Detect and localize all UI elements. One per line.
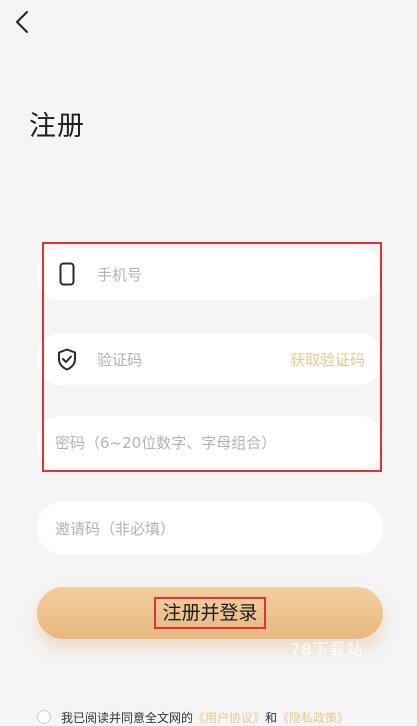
invite-code-field[interactable]: 邀请码（非必填） (37, 502, 383, 554)
privacy-policy-link[interactable]: 《隐私政策》 (277, 709, 349, 726)
agreement-row: 我已阅读并同意全文网的 《用户协议》 和 《隐私政策》 (37, 709, 349, 726)
agreement-checkbox[interactable] (37, 710, 51, 724)
agreement-prefix: 我已阅读并同意全文网的 (61, 710, 194, 725)
user-agreement-link[interactable]: 《用户协议》 (193, 709, 265, 726)
chevron-left-icon (15, 10, 29, 34)
register-and-login-label: 注册并登录 (154, 596, 266, 630)
page-title: 注册 (29, 111, 85, 142)
annotation-highlight-box (42, 242, 382, 472)
register-and-login-button[interactable]: 注册并登录 (37, 587, 383, 639)
watermark: 78下载站 (290, 640, 364, 659)
back-button[interactable] (8, 6, 36, 38)
agreement-and: 和 (265, 710, 278, 725)
invite-code-placeholder: 邀请码（非必填） (55, 519, 176, 538)
